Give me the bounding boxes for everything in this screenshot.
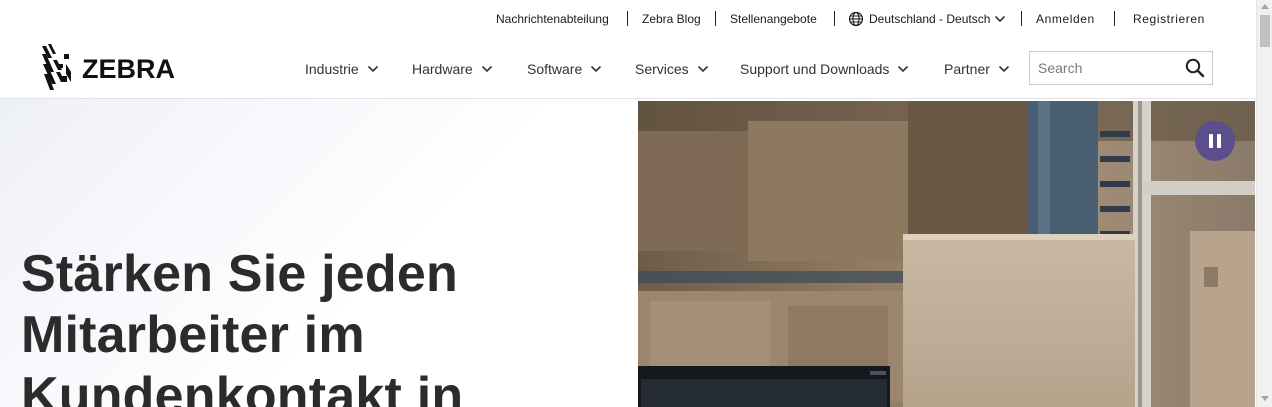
logo-text: ZEBRA: [82, 54, 175, 84]
warehouse-scene-image: [638, 101, 1255, 407]
divider: [627, 11, 628, 26]
hero-title: Stärken Sie jeden Mitarbeiter im Kundenk…: [21, 244, 581, 407]
chevron-down-icon: [995, 15, 1006, 23]
nav-industrie[interactable]: Industrie: [305, 60, 379, 78]
page-scrollbar[interactable]: [1256, 0, 1272, 407]
chevron-down-icon: [367, 65, 378, 73]
pause-icon: [1209, 134, 1213, 148]
video-pause-button[interactable]: [1195, 121, 1235, 161]
jobs-link[interactable]: Stellenangebote: [730, 12, 817, 26]
login-link[interactable]: Anmelden: [1036, 12, 1095, 26]
pause-icon: [1217, 134, 1221, 148]
search-box: [1029, 51, 1213, 85]
hero-title-line: Stärken Sie jeden: [21, 245, 458, 303]
nav-label: Partner: [944, 61, 990, 77]
chevron-down-icon: [998, 65, 1009, 73]
scroll-down-arrow-icon[interactable]: [1261, 396, 1269, 401]
nav-services[interactable]: Services: [635, 60, 709, 78]
chevron-down-icon: [591, 65, 602, 73]
divider: [1114, 11, 1115, 26]
scroll-up-arrow-icon[interactable]: [1261, 4, 1269, 9]
nav-hardware[interactable]: Hardware: [412, 60, 493, 78]
search-input[interactable]: [1038, 59, 1178, 77]
scroll-thumb[interactable]: [1260, 15, 1270, 47]
nav-label: Services: [635, 61, 689, 77]
nav-label: Software: [527, 61, 583, 77]
chevron-down-icon: [898, 65, 909, 73]
locale-selector[interactable]: Deutschland - Deutsch: [848, 11, 1006, 27]
nav-label: Industrie: [305, 61, 359, 77]
divider: [834, 11, 835, 26]
zebra-logo[interactable]: ZEBRA: [40, 44, 176, 94]
search-icon[interactable]: [1185, 58, 1205, 78]
blog-link[interactable]: Zebra Blog: [642, 12, 701, 26]
chevron-down-icon: [697, 65, 708, 73]
nav-software[interactable]: Software: [527, 60, 602, 78]
divider: [1021, 11, 1022, 26]
hero-video[interactable]: [638, 101, 1255, 407]
locale-label: Deutschland - Deutsch: [869, 12, 991, 26]
register-link[interactable]: Registrieren: [1133, 12, 1205, 26]
newsroom-link[interactable]: Nachrichtenabteilung: [496, 12, 609, 26]
nav-support-downloads[interactable]: Support und Downloads: [740, 60, 909, 78]
hero-title-line: Kundenkontakt in: [21, 367, 464, 407]
chevron-down-icon: [481, 65, 492, 73]
nav-label: Hardware: [412, 61, 473, 77]
nav-partner[interactable]: Partner: [944, 60, 1010, 78]
hero-title-line: Mitarbeiter im: [21, 306, 365, 364]
divider: [715, 11, 716, 26]
zebra-head-icon: ZEBRA: [42, 44, 175, 90]
globe-icon: [848, 11, 864, 27]
nav-label: Support und Downloads: [740, 61, 890, 77]
utility-nav: Nachrichtenabteilung Zebra Blog Stellena…: [0, 0, 1256, 38]
